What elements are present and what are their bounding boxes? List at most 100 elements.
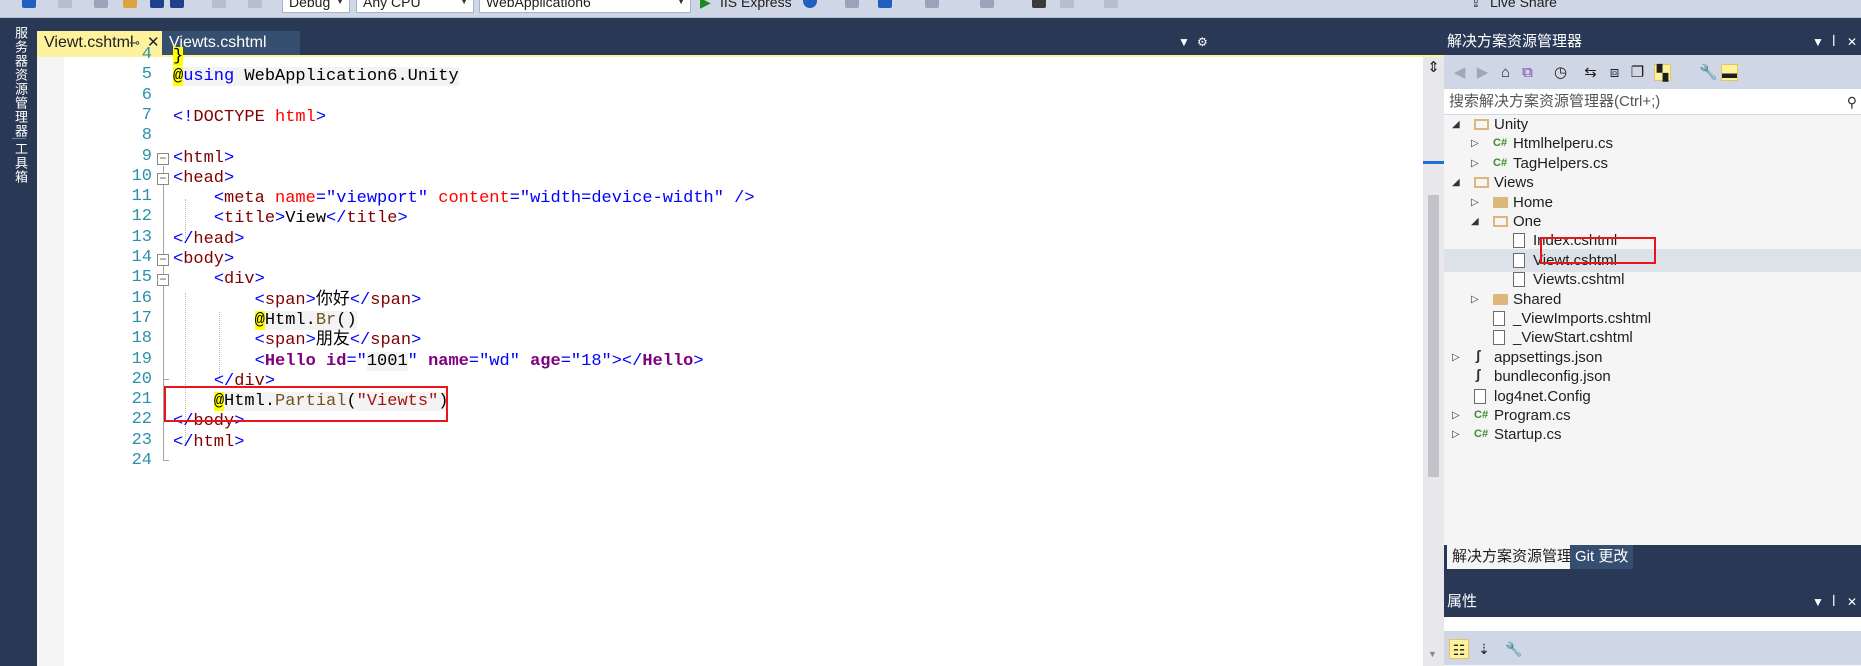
collapsed-arrow-icon[interactable]: ▷ [1452,423,1460,446]
code-token: " [407,351,418,371]
platform-value: Any CPU [363,0,421,10]
code-token: ></ [611,351,643,371]
refresh-icon[interactable] [803,0,817,8]
solution-explorer-search-input[interactable]: 搜索解决方案资源管理器(Ctrl+;) ⚲ [1444,89,1861,115]
razor-file-icon [1513,272,1525,288]
bookmark-icon[interactable] [1032,0,1046,8]
server-explorer-tab[interactable]: 服务器资源管理器 [10,26,28,138]
save-icon[interactable] [150,0,164,8]
comment-icon[interactable] [980,0,994,8]
search-placeholder: 搜索解决方案资源管理器(Ctrl+;) [1449,93,1661,110]
properties-object-selector[interactable] [1444,617,1861,631]
code-token: </ [349,331,371,351]
home-icon[interactable]: ⌂ [1497,64,1514,81]
navigate-back-icon[interactable] [22,0,36,8]
code-token: body [183,250,225,269]
categorized-view-icon[interactable]: ☷ [1449,639,1469,659]
code-token: </ [173,229,194,249]
pin-icon[interactable]: ꟾ [1832,589,1836,615]
split-window-icon[interactable]: ⇕ [1426,59,1441,77]
collapse-toggle-icon[interactable]: − [157,254,169,266]
editor-vertical-scrollbar[interactable]: ⇕ ▼ [1423,57,1444,666]
alphabetical-sort-icon[interactable]: ⇣ [1474,639,1494,659]
configuration-dropdown[interactable]: Debug ▼ [282,0,350,13]
explorer-bottom-tabs: 解决方案资源管理器 Git 更改 [1444,545,1861,571]
navigate-forward-icon[interactable] [58,0,72,8]
start-debug-icon[interactable]: ▶ [700,0,711,11]
sync-active-document-icon[interactable]: ⇆ [1582,64,1599,81]
code-token: head [183,168,225,188]
left-tool-rail: 服务器资源管理器 工具箱 [0,18,37,666]
scroll-down-icon[interactable]: ▼ [1428,649,1437,659]
line-number: 9 [141,146,152,166]
code-token: "viewport" [326,189,429,209]
config-file-icon [1474,388,1486,404]
forward-icon[interactable]: ▶ [1474,64,1491,81]
tab-git-changes[interactable]: Git 更改 [1570,545,1634,569]
startup-project-dropdown[interactable]: WebApplication6 ▼ [479,0,691,13]
dock-toggle-icon[interactable]: ▬ [1721,64,1738,82]
live-share-button[interactable]: Live Share [1490,0,1557,10]
platform-dropdown[interactable]: Any CPU ▼ [356,0,474,13]
code-editor[interactable]: 4} 5 @using WebApplication6.Unity 6 7 <!DOCTY… [37,45,1423,666]
solution-tree: ◢ Unity ▷ C# Htmlhelperu.cs ▷ C# TagHelpers.cs ◢… [1444,115,1861,545]
tree-item[interactable]: ▷ C# Startup.cs [1444,423,1861,446]
code-token: > [275,209,286,229]
collapse-toggle-icon[interactable]: − [157,274,169,287]
window-position-icon[interactable]: ▼ [1812,29,1824,55]
switch-views-icon[interactable]: ⧉ [1519,64,1536,81]
new-item-icon[interactable] [94,0,108,8]
open-file-icon[interactable] [123,0,137,8]
toolbox-tab[interactable]: 工具箱 [10,142,28,184]
code-token: > [254,270,265,290]
save-all-icon[interactable] [170,0,184,8]
code-token: content [438,189,510,209]
pending-changes-filter-icon[interactable]: ◷ [1552,64,1569,81]
undo-icon[interactable] [212,0,226,8]
code-token: = [509,189,520,209]
json-file-icon: ʃ [1474,348,1483,365]
code-token: html [183,148,225,168]
bookmark-prev-icon[interactable] [1060,0,1074,8]
code-token: = [468,351,480,371]
line-number: 24 [131,451,152,470]
solution-explorer-toolbar: ◀ ▶ ⌂ ⧉ ◷ ⇆ ⧈ ❐ ▚ 🔧 ▬ [1444,55,1861,89]
back-icon[interactable]: ◀ [1451,64,1468,81]
pin-icon[interactable]: ꟾ [1832,29,1836,55]
window-position-icon[interactable]: ▼ [1812,589,1824,615]
code-token: < [173,168,184,188]
browser-link-icon[interactable] [878,0,892,8]
code-line[interactable]: 24 [37,451,1423,475]
scrollbar-thumb[interactable] [1428,195,1439,477]
close-icon[interactable]: ✕ [1847,589,1857,615]
code-token: age [530,351,561,371]
line-number: 23 [131,430,152,450]
line-number: 15 [131,268,152,288]
code-token: span [264,290,306,310]
code-token: @ [254,310,265,330]
code-token: } [173,47,184,66]
property-pages-wrench-icon[interactable]: 🔧 [1504,639,1524,659]
find-icon[interactable] [845,0,859,8]
code-token: View [285,209,327,229]
code-token: DOCTYPE [193,107,265,127]
collapse-all-icon[interactable]: ⧈ [1606,64,1623,81]
bookmark-next-icon[interactable] [1104,0,1118,8]
line-number: 10 [131,166,152,186]
search-icon[interactable]: ⚲ [1847,89,1857,115]
code-token: () [336,310,357,330]
collapse-toggle-icon[interactable]: − [157,172,169,185]
preview-selected-items-icon[interactable]: ▚ [1654,64,1671,82]
share-icon[interactable]: ⇪ [1470,0,1482,11]
step-icon[interactable] [925,0,939,8]
code-token: Hello [642,351,694,371]
close-icon[interactable]: ✕ [1847,29,1857,55]
run-target-button[interactable]: IIS Express [720,0,792,10]
properties-wrench-icon[interactable]: 🔧 [1699,64,1718,81]
collapse-toggle-icon[interactable]: − [157,152,169,165]
code-token: span [370,290,412,310]
show-all-files-icon[interactable]: ❐ [1629,64,1646,81]
redo-icon[interactable] [248,0,262,8]
